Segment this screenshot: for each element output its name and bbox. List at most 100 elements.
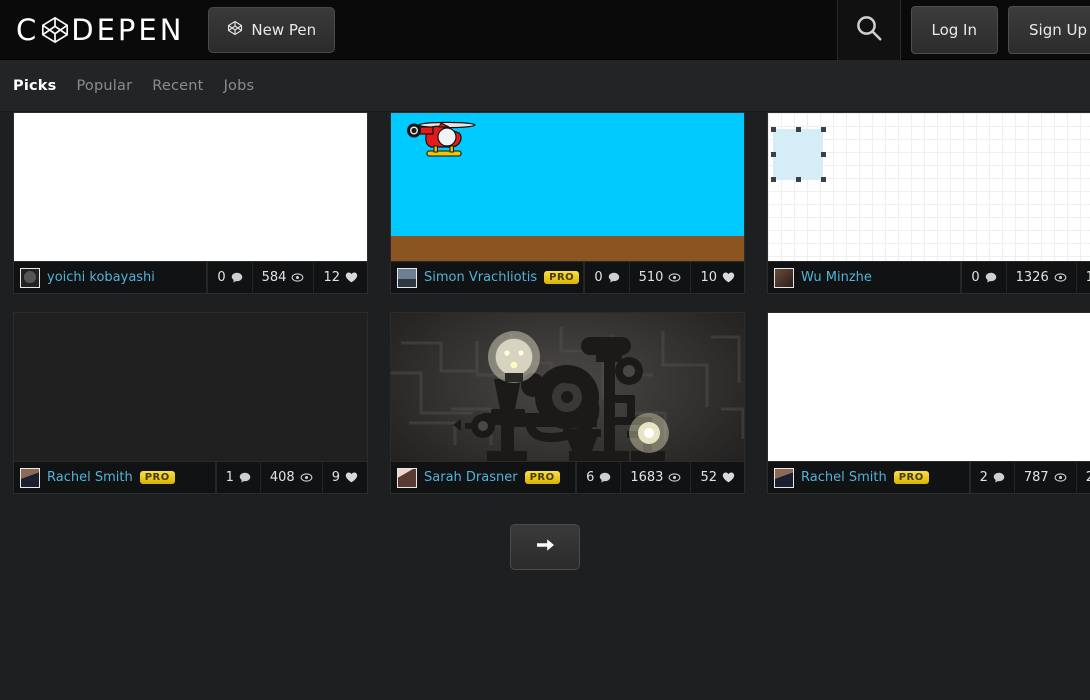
- load-more-button[interactable]: [510, 524, 580, 570]
- comment-bubble-icon: [231, 272, 243, 284]
- view-count: 510: [629, 262, 691, 293]
- signup-button[interactable]: Sign Up: [1008, 6, 1090, 54]
- comment-number: 0: [594, 270, 602, 285]
- eye-icon: [1054, 271, 1067, 284]
- section-nav: Picks Popular Recent Jobs: [0, 60, 1090, 112]
- cube-icon: [227, 20, 243, 40]
- comment-count: 0: [207, 262, 251, 293]
- avatar: [20, 268, 40, 288]
- comment-bubble-icon: [993, 472, 1005, 484]
- author-name[interactable]: Rachel Smith: [801, 470, 887, 485]
- heart-count: 10: [690, 262, 744, 293]
- new-pen-label: New Pen: [251, 21, 316, 39]
- author-name[interactable]: Sarah Drasner: [424, 470, 518, 485]
- login-label: Log In: [932, 21, 978, 39]
- pen-thumbnail[interactable]: [768, 113, 1090, 261]
- comment-count: 2: [970, 462, 1014, 493]
- heart-count: 1: [1076, 262, 1090, 293]
- pen-author[interactable]: Rachel Smith PRO: [14, 462, 216, 493]
- comment-bubble-icon: [985, 272, 997, 284]
- comment-bubble-icon: [239, 472, 251, 484]
- pen-author[interactable]: Sarah Drasner PRO: [391, 462, 576, 493]
- resize-handle[interactable]: [821, 152, 826, 157]
- new-pen-button[interactable]: New Pen: [208, 7, 335, 53]
- nav-item-popular[interactable]: Popular: [76, 78, 132, 94]
- comment-count: 1: [216, 462, 260, 493]
- author-name[interactable]: Wu Minzhe: [801, 270, 872, 285]
- view-count: 787: [1014, 462, 1076, 493]
- resize-handle[interactable]: [796, 177, 801, 182]
- pen-grid-row: Rachel Smith PRO 1 408 9: [13, 312, 1090, 494]
- pen-author[interactable]: Simon Vrachliotis PRO: [391, 262, 584, 293]
- eye-icon: [291, 271, 304, 284]
- heart-icon: [345, 471, 358, 484]
- nav-item-picks[interactable]: Picks: [13, 78, 56, 94]
- comment-count: 0: [961, 262, 1005, 293]
- eye-icon: [668, 471, 681, 484]
- pen-card[interactable]: Rachel Smith PRO 1 408 9: [13, 312, 368, 494]
- resize-handle[interactable]: [821, 177, 826, 182]
- logo-wordmark: C DEPEN: [16, 13, 184, 47]
- view-count: 1683: [620, 462, 690, 493]
- heart-count: 12: [313, 262, 367, 293]
- resize-handle[interactable]: [771, 177, 776, 182]
- pen-meta: Rachel Smith PRO 1 408 9: [14, 461, 367, 493]
- search-button[interactable]: [837, 0, 901, 60]
- pen-author[interactable]: Rachel Smith PRO: [768, 462, 970, 493]
- arrow-right-icon: [535, 536, 555, 558]
- pen-author[interactable]: Wu Minzhe: [768, 262, 961, 293]
- resize-handle[interactable]: [771, 127, 776, 132]
- pen-card[interactable]: Simon Vrachliotis PRO 0 510 10: [390, 112, 745, 294]
- selected-shape[interactable]: [773, 129, 823, 180]
- helicopter-illustration: [405, 115, 485, 167]
- view-number: 584: [262, 270, 287, 285]
- pro-badge: PRO: [525, 471, 560, 484]
- view-count: 584: [252, 262, 314, 293]
- comment-bubble-icon: [608, 272, 620, 284]
- heart-icon: [722, 271, 735, 284]
- resize-handle[interactable]: [821, 127, 826, 132]
- resize-handle[interactable]: [796, 127, 801, 132]
- view-count: 408: [260, 462, 322, 493]
- pen-card[interactable]: yoichi kobayashi 0 584 12: [13, 112, 368, 294]
- pen-thumbnail[interactable]: [14, 313, 367, 461]
- author-name[interactable]: Simon Vrachliotis: [424, 270, 537, 285]
- author-name[interactable]: Rachel Smith: [47, 470, 133, 485]
- heart-icon: [722, 471, 735, 484]
- pen-thumbnail[interactable]: [768, 313, 1090, 461]
- login-button[interactable]: Log In: [911, 6, 999, 54]
- eye-icon: [668, 271, 681, 284]
- search-icon: [854, 13, 884, 47]
- heart-number: 52: [700, 470, 717, 485]
- load-more-area: [13, 512, 1090, 570]
- pen-card[interactable]: Rachel Smith PRO 2 787 2: [767, 312, 1090, 494]
- pen-meta: Rachel Smith PRO 2 787 2: [768, 461, 1090, 493]
- pen-thumbnail[interactable]: [391, 113, 744, 261]
- view-number: 408: [270, 470, 295, 485]
- comment-number: 0: [971, 270, 979, 285]
- comment-number: 0: [217, 270, 225, 285]
- pen-card[interactable]: Wu Minzhe 0 1326 1: [767, 112, 1090, 294]
- author-name[interactable]: yoichi kobayashi: [47, 270, 155, 285]
- view-number: 787: [1024, 470, 1049, 485]
- resize-handle[interactable]: [771, 152, 776, 157]
- nav-item-jobs[interactable]: Jobs: [224, 78, 255, 94]
- pen-grid: yoichi kobayashi 0 584 12: [0, 112, 1090, 570]
- avatar: [774, 468, 794, 488]
- signup-label: Sign Up: [1029, 21, 1087, 39]
- codepen-logo[interactable]: C DEPEN: [16, 0, 184, 60]
- heart-number: 10: [700, 270, 717, 285]
- pen-thumbnail[interactable]: [14, 113, 367, 261]
- pen-meta: Simon Vrachliotis PRO 0 510 10: [391, 261, 744, 293]
- pen-grid-row: yoichi kobayashi 0 584 12: [13, 112, 1090, 294]
- pen-thumbnail[interactable]: [391, 313, 744, 461]
- heart-number: 1: [1086, 270, 1090, 285]
- nav-item-recent[interactable]: Recent: [152, 78, 203, 94]
- comment-number: 6: [586, 470, 594, 485]
- heart-number: 2: [1086, 470, 1090, 485]
- avatar: [774, 268, 794, 288]
- comment-count: 0: [584, 262, 628, 293]
- view-count: 1326: [1006, 262, 1076, 293]
- pen-card[interactable]: Sarah Drasner PRO 6 1683 52: [390, 312, 745, 494]
- pen-author[interactable]: yoichi kobayashi: [14, 262, 207, 293]
